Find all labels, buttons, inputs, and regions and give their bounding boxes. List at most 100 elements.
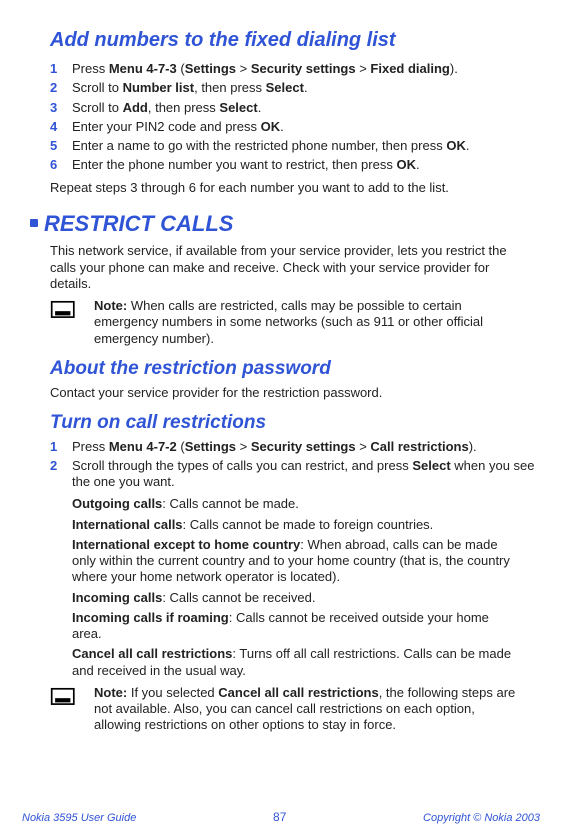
note-icon: [50, 298, 84, 347]
b: Fixed dialing: [370, 61, 449, 76]
footer-page-number: 87: [273, 810, 286, 825]
t: , then press: [148, 100, 220, 115]
t: >: [236, 61, 251, 76]
b: Add: [123, 100, 148, 115]
bullet-icon: [30, 219, 38, 227]
t: Scroll to: [72, 80, 123, 95]
t: Enter a name to go with the restricted p…: [72, 138, 446, 153]
t: .: [466, 138, 470, 153]
step-number: 1: [50, 439, 72, 455]
b: OK: [396, 157, 416, 172]
b: Menu 4-7-2: [109, 439, 177, 454]
b: International calls: [72, 517, 183, 532]
b: Select: [412, 458, 450, 473]
footer-right: Copyright © Nokia 2003: [423, 812, 540, 826]
note-2: Note: If you selected Cancel all call re…: [50, 685, 518, 734]
t: Press: [72, 61, 109, 76]
b: Settings: [185, 61, 236, 76]
step-text: Enter the phone number you want to restr…: [72, 157, 540, 173]
note-label: Note:: [94, 298, 127, 313]
call-type-cancel-all: Cancel all call restrictions: Turns off …: [72, 646, 518, 679]
note-text: Note: When calls are restricted, calls m…: [94, 298, 518, 347]
step-number: 4: [50, 119, 72, 135]
t: >: [356, 439, 371, 454]
step-text: Scroll to Add, then press Select.: [72, 100, 540, 116]
b: Select: [219, 100, 257, 115]
t: .: [280, 119, 284, 134]
b: Settings: [185, 439, 236, 454]
t: >: [236, 439, 251, 454]
b: Menu 4-7-3: [109, 61, 177, 76]
t: .: [416, 157, 420, 172]
step-number: 2: [50, 80, 72, 96]
note-icon: [50, 685, 84, 734]
step-number: 3: [50, 100, 72, 116]
b: International except to home country: [72, 537, 300, 552]
b: OK: [261, 119, 281, 134]
b: Outgoing calls: [72, 496, 162, 511]
t: : Calls cannot be received.: [162, 590, 315, 605]
call-type-international: International calls: Calls cannot be mad…: [72, 517, 518, 533]
t: Enter your PIN2 code and press: [72, 119, 261, 134]
t: : Calls cannot be made.: [162, 496, 299, 511]
fixed-dialing-steps: 1 Press Menu 4-7-3 (Settings > Security …: [50, 61, 540, 174]
note-text: Note: If you selected Cancel all call re…: [94, 685, 518, 734]
call-type-outgoing: Outgoing calls: Calls cannot be made.: [72, 496, 518, 512]
repeat-note: Repeat steps 3 through 6 for each number…: [50, 180, 518, 196]
restrict-intro: This network service, if available from …: [50, 243, 518, 292]
step-number: 1: [50, 61, 72, 77]
about-text: Contact your service provider for the re…: [50, 385, 518, 401]
step-text: Enter a name to go with the restricted p…: [72, 138, 540, 154]
note-body: When calls are restricted, calls may be …: [94, 298, 483, 346]
t: (: [177, 61, 185, 76]
heading-restrict-calls: RESTRICT CALLS: [30, 210, 540, 238]
note-1: Note: When calls are restricted, calls m…: [50, 298, 518, 347]
heading-add-numbers: Add numbers to the fixed dialing list: [50, 28, 540, 53]
b: Security settings: [251, 61, 356, 76]
t: (: [177, 439, 185, 454]
page-footer: Nokia 3595 User Guide 87 Copyright © Nok…: [22, 810, 540, 826]
step-number: 2: [50, 458, 72, 491]
step-text: Scroll to Number list, then press Select…: [72, 80, 540, 96]
t: >: [356, 61, 371, 76]
step-1: 1 Press Menu 4-7-2 (Settings > Security …: [50, 439, 540, 455]
t: Enter the phone number you want to restr…: [72, 157, 396, 172]
b: Cancel all call restrictions: [218, 685, 378, 700]
heading-about-password: About the restriction password: [50, 357, 540, 381]
b: Number list: [123, 80, 195, 95]
step-1: 1 Press Menu 4-7-3 (Settings > Security …: [50, 61, 540, 77]
t: Press: [72, 439, 109, 454]
t: .: [304, 80, 308, 95]
b: Select: [266, 80, 304, 95]
step-text: Press Menu 4-7-3 (Settings > Security se…: [72, 61, 540, 77]
turnon-steps: 1 Press Menu 4-7-2 (Settings > Security …: [50, 439, 540, 491]
call-type-intl-except-home: International except to home country: Wh…: [72, 537, 518, 586]
t: ).: [450, 61, 458, 76]
step-6: 6 Enter the phone number you want to res…: [50, 157, 540, 173]
t: : Calls cannot be made to foreign countr…: [183, 517, 434, 532]
heading-turn-on: Turn on call restrictions: [50, 411, 540, 435]
b: Incoming calls if roaming: [72, 610, 229, 625]
t: If you selected: [127, 685, 218, 700]
footer-left: Nokia 3595 User Guide: [22, 812, 136, 826]
call-type-incoming-roaming: Incoming calls if roaming: Calls cannot …: [72, 610, 518, 643]
b: Security settings: [251, 439, 356, 454]
t: .: [258, 100, 262, 115]
step-4: 4 Enter your PIN2 code and press OK.: [50, 119, 540, 135]
step-5: 5 Enter a name to go with the restricted…: [50, 138, 540, 154]
b: Call restrictions: [370, 439, 468, 454]
step-3: 3 Scroll to Add, then press Select.: [50, 100, 540, 116]
b: Cancel all call restrictions: [72, 646, 232, 661]
b: OK: [446, 138, 466, 153]
t: Scroll to: [72, 100, 123, 115]
t: Scroll through the types of calls you ca…: [72, 458, 412, 473]
t: ).: [469, 439, 477, 454]
step-2: 2 Scroll through the types of calls you …: [50, 458, 540, 491]
heading-text: RESTRICT CALLS: [44, 211, 233, 236]
call-type-incoming: Incoming calls: Calls cannot be received…: [72, 590, 518, 606]
step-number: 6: [50, 157, 72, 173]
step-text: Scroll through the types of calls you ca…: [72, 458, 540, 491]
step-text: Press Menu 4-7-2 (Settings > Security se…: [72, 439, 540, 455]
step-text: Enter your PIN2 code and press OK.: [72, 119, 540, 135]
step-number: 5: [50, 138, 72, 154]
